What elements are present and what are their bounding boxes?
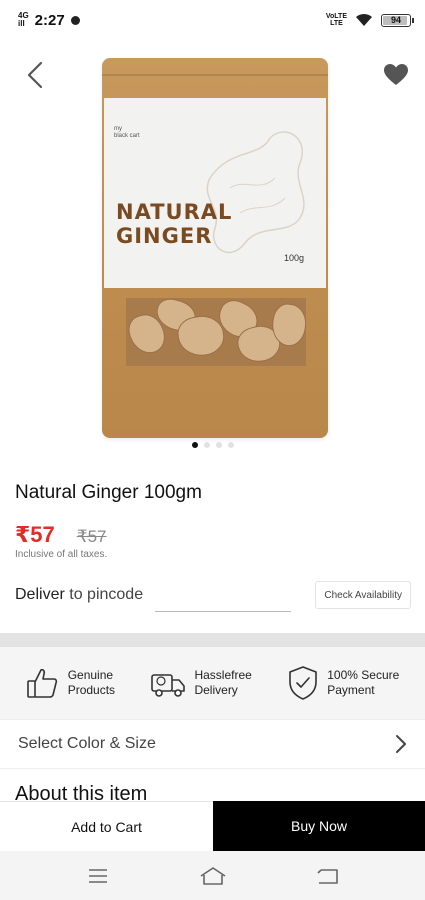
feature-genuine: Genuine Products: [26, 666, 115, 700]
product-detail-screen: 4G ill 2:27 VoLTE LTE 94 my black cart N…: [0, 0, 425, 900]
thumbs-up-icon: [26, 668, 57, 698]
check-availability-button[interactable]: Check Availability: [315, 581, 411, 609]
tax-note: Inclusive of all taxes.: [15, 549, 108, 560]
deliver-label-sub: to pincode: [69, 586, 144, 603]
buy-now-button[interactable]: Buy Now: [213, 801, 425, 851]
message-notification-icon: [70, 15, 80, 25]
pack-weight: 100g: [283, 253, 304, 263]
battery-icon: 94: [381, 13, 414, 27]
status-left: 4G ill 2:27: [18, 12, 80, 29]
pincode-input[interactable]: [155, 586, 291, 612]
pouch-window: [126, 298, 306, 366]
product-image: my black cart NATURAL GINGER 100g: [102, 58, 328, 438]
selling-price: ₹57: [15, 522, 55, 547]
product-title: Natural Ginger 100gm: [15, 482, 202, 503]
pack-product-name: NATURAL GINGER: [116, 200, 233, 248]
volte-label: VoLTE: [325, 13, 347, 20]
shield-check-icon: [289, 666, 318, 700]
back-button[interactable]: [20, 58, 50, 92]
battery-text: 94: [390, 15, 401, 25]
heart-icon: [384, 64, 408, 85]
pouch-label: my black cart NATURAL GINGER 100g: [104, 98, 326, 288]
carousel-dot[interactable]: [227, 442, 234, 448]
trust-features: Genuine Products Hasslefree Delivery 100…: [0, 647, 425, 719]
select-color-size-row[interactable]: Select Color & Size: [0, 719, 425, 769]
status-right: VoLTE LTE 94: [326, 13, 414, 27]
menu-icon: [88, 868, 107, 883]
select-color-size-label: Select Color & Size: [18, 735, 156, 752]
network-signal: ill: [18, 19, 25, 28]
deliver-label: Deliver to pincode: [15, 586, 143, 604]
feature-genuine-text: Genuine Products: [67, 668, 116, 697]
add-to-cart-button[interactable]: Add to Cart: [0, 801, 213, 851]
return-icon: [316, 868, 338, 884]
network-indicator: 4G ill: [18, 12, 29, 28]
deliver-label-main: Deliver: [15, 586, 65, 603]
system-navigation-bar: [0, 851, 425, 900]
section-divider: [0, 633, 425, 647]
volte-indicator: VoLTE LTE: [326, 13, 347, 27]
feature-secure-text: 100% Secure Payment: [327, 668, 400, 697]
bottom-action-bar: Add to Cart Buy Now: [0, 801, 425, 851]
delivery-truck-icon: [151, 674, 186, 697]
pouch-zipper: [102, 74, 328, 76]
feature-delivery-text: Hasslefree Delivery: [194, 668, 252, 697]
chevron-right-icon: [396, 735, 406, 753]
chevron-left-icon: [27, 61, 43, 89]
status-bar: 4G ill 2:27 VoLTE LTE 94: [0, 0, 425, 40]
home-key[interactable]: [193, 856, 233, 896]
original-price: ₹57: [76, 527, 107, 546]
product-image-carousel[interactable]: my black cart NATURAL GINGER 100g: [0, 40, 425, 460]
feature-secure: 100% Secure Payment: [287, 665, 399, 701]
carousel-dot[interactable]: [203, 442, 210, 448]
price-row: ₹57 ₹57: [15, 522, 107, 548]
carousel-dot[interactable]: [191, 442, 198, 448]
carousel-dot[interactable]: [215, 442, 222, 448]
brand-logo: my black cart: [114, 126, 140, 139]
carousel-indicator: [0, 442, 425, 448]
home-icon: [200, 866, 225, 885]
wifi-icon: [356, 13, 372, 26]
lte-label: LTE: [330, 20, 343, 27]
back-key[interactable]: [308, 856, 348, 896]
wishlist-button[interactable]: [379, 58, 413, 92]
clock: 2:27: [34, 11, 65, 29]
delivery-check-row: Deliver to pincode Check Availability: [15, 581, 411, 614]
feature-delivery: Hasslefree Delivery: [150, 666, 252, 700]
menu-key[interactable]: [78, 856, 118, 896]
